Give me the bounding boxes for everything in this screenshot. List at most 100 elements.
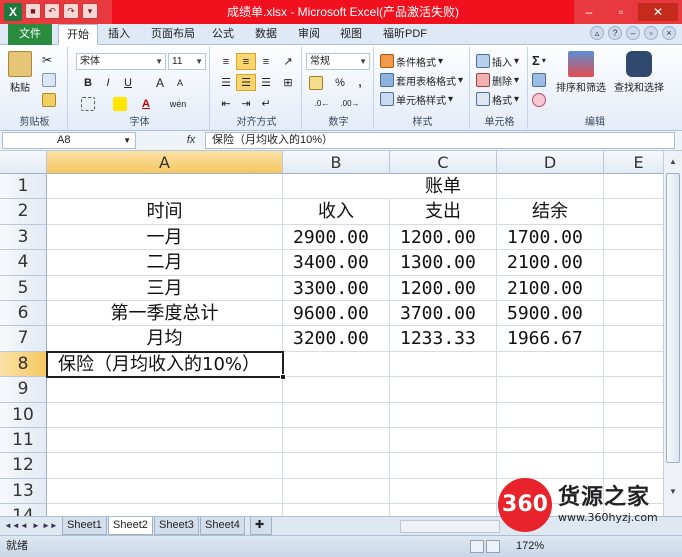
cell-c3[interactable]: 1200.00 [390, 224, 497, 251]
close-button[interactable]: ✕ [638, 3, 678, 21]
cell-b4[interactable]: 3400.00 [283, 250, 390, 276]
first-sheet-icon[interactable]: ◄◄ [4, 519, 20, 533]
cell-b8[interactable] [283, 351, 390, 378]
row-header-12[interactable]: 12 [0, 453, 47, 479]
phonetic-button[interactable]: wén [168, 95, 188, 112]
column-header-d[interactable]: D [497, 151, 604, 174]
cell-b5[interactable]: 3300.00 [283, 275, 390, 301]
align-right-button[interactable]: ☰ [256, 74, 276, 91]
tab-foxit-pdf[interactable]: 福昕PDF [375, 24, 435, 45]
number-format-select[interactable]: 常规 ▼ [306, 53, 370, 70]
cell-b2[interactable]: 收入 [283, 199, 390, 225]
cell-b12[interactable] [283, 453, 390, 479]
tab-review[interactable]: 审阅 [290, 24, 328, 45]
tab-page-layout[interactable]: 页面布局 [143, 24, 203, 45]
decrease-decimal-button[interactable]: .00→ [340, 95, 360, 112]
cell-c8[interactable] [390, 351, 497, 378]
cell-e2[interactable] [604, 199, 663, 225]
cell-c14[interactable] [390, 504, 497, 516]
align-middle-button[interactable]: ≡ [236, 53, 256, 70]
insert-function-button[interactable]: fx [180, 132, 202, 149]
cell-c2[interactable]: 支出 [390, 199, 497, 225]
fill-color-button[interactable] [110, 95, 130, 112]
paste-button[interactable]: 粘贴 [6, 51, 34, 95]
cell-a8[interactable]: 保险（月均收入的10%） [47, 351, 283, 378]
horizontal-scrollbar[interactable] [400, 520, 500, 533]
align-left-button[interactable]: ☰ [216, 74, 236, 91]
cell-e1[interactable] [604, 174, 663, 200]
restore-button[interactable]: ▫ [606, 3, 636, 21]
cell-e5[interactable] [604, 276, 663, 301]
window-minimize-icon[interactable]: – [626, 26, 640, 40]
cell-b6[interactable]: 9600.00 [283, 301, 390, 327]
cell-c11[interactable] [390, 428, 497, 454]
cell-b10[interactable] [283, 402, 390, 428]
tab-view[interactable]: 视图 [332, 24, 370, 45]
insert-button[interactable]: 插入 ▾ [476, 52, 519, 70]
autosum-button[interactable]: Σ ▾ [532, 51, 546, 69]
sheet-tab-1[interactable]: Sheet1 [62, 517, 107, 535]
tab-file[interactable]: 文件 [8, 24, 52, 45]
select-all-corner[interactable] [0, 151, 47, 174]
italic-button[interactable]: I [98, 74, 118, 91]
underline-button[interactable]: U [118, 74, 138, 91]
cell-styles-button[interactable]: 单元格样式 ▾ [380, 90, 453, 108]
fill-button[interactable] [532, 71, 546, 89]
currency-button[interactable] [306, 74, 326, 91]
cell-e9[interactable] [604, 377, 663, 403]
row-header-5[interactable]: 5 [0, 275, 47, 301]
merge-center-button[interactable]: ⊞ [278, 74, 298, 91]
cell-c9[interactable] [390, 377, 497, 403]
cell-a4[interactable]: 二月 [47, 250, 283, 276]
window-restore-icon[interactable]: ▫ [644, 26, 658, 40]
border-button[interactable] [78, 95, 98, 112]
format-button[interactable]: 格式 ▾ [476, 90, 519, 108]
increase-decimal-button[interactable]: .0← [312, 95, 332, 112]
cell-d10[interactable] [497, 402, 604, 428]
cell-e6[interactable] [604, 301, 663, 327]
prev-sheet-icon[interactable]: ◄ [18, 519, 30, 533]
font-family-select[interactable]: 宋体 ▼ [76, 53, 166, 70]
align-center-button[interactable]: ☰ [236, 74, 256, 91]
cell-d8[interactable] [497, 351, 604, 378]
delete-button[interactable]: 删除 ▾ [476, 71, 519, 89]
cell-a14[interactable] [47, 504, 283, 516]
grow-font-button[interactable]: A [150, 74, 170, 91]
cell-b14[interactable] [283, 504, 390, 516]
cell-e4[interactable] [604, 250, 663, 276]
cell-d4[interactable]: 2100.00 [497, 250, 604, 276]
format-as-table-button[interactable]: 套用表格格式 ▾ [380, 71, 463, 89]
cell-a13[interactable] [47, 478, 283, 505]
save-icon[interactable]: ■ [25, 3, 41, 19]
new-sheet-icon[interactable]: ✚ [250, 517, 272, 535]
bold-button[interactable]: B [78, 74, 98, 91]
fill-handle[interactable] [280, 374, 286, 381]
row-header-9[interactable]: 9 [0, 377, 47, 403]
row-header-7[interactable]: 7 [0, 326, 47, 352]
name-box[interactable]: A8 ▼ [2, 132, 136, 149]
sheet-tab-4[interactable]: Sheet4 [200, 517, 245, 535]
align-top-button[interactable]: ≡ [216, 53, 236, 70]
shrink-font-button[interactable]: A [170, 74, 190, 91]
window-close-icon[interactable]: × [662, 26, 676, 40]
cut-button[interactable]: ✂ [42, 51, 52, 69]
cell-d3[interactable]: 1700.00 [497, 224, 604, 251]
cell-a5[interactable]: 三月 [47, 275, 283, 301]
help-icon[interactable]: ? [608, 26, 622, 40]
cell-d6[interactable]: 5900.00 [497, 301, 604, 327]
spreadsheet-grid[interactable]: ABCDE 1 账单 2 时间 收入 支出 结余 3 一月 2900.00 1200.00 1700.… [0, 151, 663, 516]
row-header-4[interactable]: 4 [0, 250, 47, 276]
row-header-2[interactable]: 2 [0, 199, 47, 225]
scroll-thumb[interactable] [666, 173, 680, 463]
cell-d5[interactable]: 2100.00 [497, 275, 604, 301]
row-header-6[interactable]: 6 [0, 301, 47, 327]
copy-button[interactable] [42, 71, 56, 89]
cell-d7[interactable]: 1966.67 [497, 326, 604, 352]
cell-e10[interactable] [604, 403, 663, 428]
tab-formulas[interactable]: 公式 [204, 24, 242, 45]
cell-c4[interactable]: 1300.00 [390, 250, 497, 276]
cell-d9[interactable] [497, 377, 604, 403]
column-header-c[interactable]: C [390, 151, 497, 174]
sheet-tab-3[interactable]: Sheet3 [154, 517, 199, 535]
row-header-8[interactable]: 8 [0, 351, 47, 378]
